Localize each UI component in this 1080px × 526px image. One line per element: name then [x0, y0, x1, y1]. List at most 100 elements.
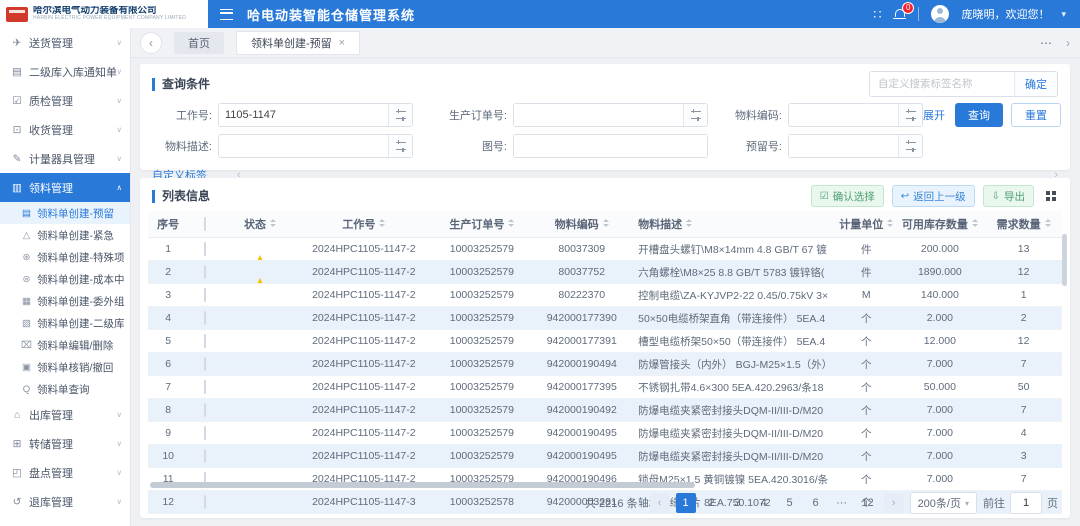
page-number[interactable]: 1 — [676, 493, 696, 513]
page-number[interactable]: 4 — [754, 493, 774, 513]
sidebar-item[interactable]: ⌂出库管理∨ — [0, 400, 130, 429]
page-number[interactable]: 12 — [858, 493, 878, 513]
submenu-item[interactable]: Q领料单查询 — [0, 378, 130, 400]
col-需求数量[interactable]: 需求数量 — [985, 211, 1062, 238]
sidebar-item[interactable]: ☑质检管理∨ — [0, 86, 130, 115]
table-row[interactable]: 62024HPC1105-1147-2100032525799420001904… — [148, 353, 1062, 376]
sidebar-item[interactable]: ⊡收货管理∨ — [0, 115, 130, 144]
col-物料描述[interactable]: 物料描述 — [630, 211, 838, 238]
production-order-input[interactable] — [514, 104, 683, 126]
confirm-select-button[interactable]: ☑ 确认选择 — [811, 185, 884, 207]
user-greeting[interactable]: 庞晓明，欢迎您！ — [961, 6, 1049, 22]
row-checkbox[interactable] — [204, 334, 206, 348]
page-number[interactable]: 3 — [728, 493, 748, 513]
goto-page-input[interactable] — [1010, 492, 1042, 514]
tab-forward-icon[interactable]: › — [1066, 36, 1070, 50]
row-checkbox-cell[interactable] — [188, 399, 222, 422]
search-button[interactable]: 查询 — [955, 103, 1003, 127]
page-number[interactable]: 2 — [702, 493, 722, 513]
col-生产订单号[interactable]: 生产订单号 — [430, 211, 533, 238]
sort-icon[interactable] — [603, 219, 609, 227]
filter-suffix-icon[interactable] — [388, 104, 412, 126]
row-checkbox[interactable] — [204, 403, 206, 417]
table-row[interactable]: 22024HPC1105-1147-21000325257980037752六角… — [148, 261, 1062, 284]
sidebar-item[interactable]: ↺退库管理∨ — [0, 487, 130, 516]
table-row[interactable]: 42024HPC1105-1147-2100032525799420001773… — [148, 307, 1062, 330]
material-desc-input[interactable] — [219, 135, 388, 157]
next-page-icon[interactable]: › — [884, 493, 904, 513]
tab-home[interactable]: 首页 — [174, 32, 224, 54]
row-checkbox-cell[interactable] — [188, 422, 222, 445]
filter-suffix-icon[interactable] — [683, 104, 707, 126]
expand-link[interactable]: 展开 — [923, 107, 945, 123]
sort-icon[interactable] — [379, 219, 385, 227]
row-checkbox-cell[interactable] — [188, 330, 222, 353]
fullscreen-icon[interactable]: ∷ — [873, 8, 881, 21]
tag-confirm-button[interactable]: 确定 — [1014, 72, 1057, 96]
submenu-item[interactable]: ▧领料单创建-二级库 — [0, 312, 130, 334]
page-number[interactable]: 5 — [780, 493, 800, 513]
select-all-checkbox[interactable] — [204, 217, 206, 231]
collapse-menu-icon[interactable] — [220, 9, 233, 20]
work-no-input[interactable] — [219, 104, 388, 126]
filter-suffix-icon[interactable] — [898, 104, 922, 126]
col-计量单位[interactable]: 计量单位 — [838, 211, 894, 238]
sort-icon[interactable] — [1045, 219, 1051, 227]
notification-bell-icon[interactable]: 0 — [893, 8, 906, 20]
submenu-item[interactable]: ⌧领料单编辑/删除 — [0, 334, 130, 356]
column-settings-icon[interactable] — [1046, 191, 1050, 195]
tab-more-icon[interactable]: ⋯ — [1040, 36, 1054, 50]
row-checkbox-cell[interactable] — [188, 376, 222, 399]
sort-icon[interactable] — [508, 219, 514, 227]
row-checkbox[interactable] — [204, 288, 206, 302]
submenu-item[interactable]: △领料单创建-紧急 — [0, 224, 130, 246]
page-number[interactable]: 6 — [806, 493, 826, 513]
table-row[interactable]: 52024HPC1105-1147-2100032525799420001773… — [148, 330, 1062, 353]
table-row[interactable]: 72024HPC1105-1147-2100032525799420001773… — [148, 376, 1062, 399]
submenu-item[interactable]: ▦领料单创建-委外组件 — [0, 290, 130, 312]
submenu-item[interactable]: ⊜领料单创建-成本中心 — [0, 268, 130, 290]
row-checkbox-cell[interactable] — [188, 307, 222, 330]
sidebar-item[interactable]: ✎计量器具管理∨ — [0, 144, 130, 173]
row-checkbox[interactable] — [204, 242, 206, 256]
table-row[interactable]: 32024HPC1105-1147-21000325257980222370控制… — [148, 284, 1062, 307]
reset-button[interactable]: 重置 — [1011, 103, 1061, 127]
row-checkbox-cell[interactable] — [188, 284, 222, 307]
row-checkbox-cell[interactable] — [188, 445, 222, 468]
sidebar-item[interactable]: ◰盘点管理∨ — [0, 458, 130, 487]
row-checkbox[interactable] — [204, 265, 206, 279]
sidebar-item[interactable]: ✈送货管理∨ — [0, 28, 130, 57]
table-row[interactable]: 102024HPC1105-1147-210003252579942000190… — [148, 445, 1062, 468]
export-button[interactable]: ⇩ 导出 — [983, 185, 1034, 207]
page-number[interactable]: ··· — [832, 493, 852, 513]
sort-icon[interactable] — [270, 219, 276, 227]
filter-suffix-icon[interactable] — [388, 135, 412, 157]
vertical-scrollbar[interactable] — [1062, 234, 1067, 286]
filter-suffix-icon[interactable] — [898, 135, 922, 157]
tab-material-create[interactable]: 领料单创建-预留 × — [236, 31, 360, 55]
user-dropdown-caret-icon[interactable]: ▾ — [1061, 9, 1066, 20]
material-code-input[interactable] — [789, 104, 898, 126]
sidebar-item[interactable]: ⊞转储管理∨ — [0, 429, 130, 458]
prev-page-icon[interactable]: ‹ — [650, 493, 670, 513]
select-all-column[interactable] — [188, 211, 222, 238]
sidebar-item[interactable]: ▤二级库入库通知单∨ — [0, 57, 130, 86]
sort-icon[interactable] — [972, 219, 978, 227]
submenu-item[interactable]: ⊛领料单创建-特殊项目 — [0, 246, 130, 268]
page-size-select[interactable]: 200条/页 ▾ — [910, 492, 977, 514]
tab-close-icon[interactable]: × — [339, 37, 345, 49]
table-row[interactable]: 82024HPC1105-1147-2100032525799420001904… — [148, 399, 1062, 422]
sidebar-item[interactable]: ▥领料管理∧ — [0, 173, 130, 202]
submenu-item[interactable]: ▤领料单创建-预留 — [0, 202, 130, 224]
custom-tag-name-input[interactable] — [870, 72, 1014, 96]
table-row[interactable]: 92024HPC1105-1147-2100032525799420001904… — [148, 422, 1062, 445]
user-avatar[interactable] — [931, 5, 949, 23]
tab-back-icon[interactable]: ‹ — [140, 32, 162, 54]
row-checkbox-cell[interactable] — [188, 261, 222, 284]
col-物料编码[interactable]: 物料编码 — [533, 211, 630, 238]
sort-icon[interactable] — [887, 219, 893, 227]
row-checkbox-cell[interactable] — [188, 238, 222, 261]
row-checkbox[interactable] — [204, 449, 206, 463]
table-row[interactable]: 12024HPC1105-1147-21000325257980037309开槽… — [148, 238, 1062, 261]
row-checkbox[interactable] — [204, 426, 206, 440]
